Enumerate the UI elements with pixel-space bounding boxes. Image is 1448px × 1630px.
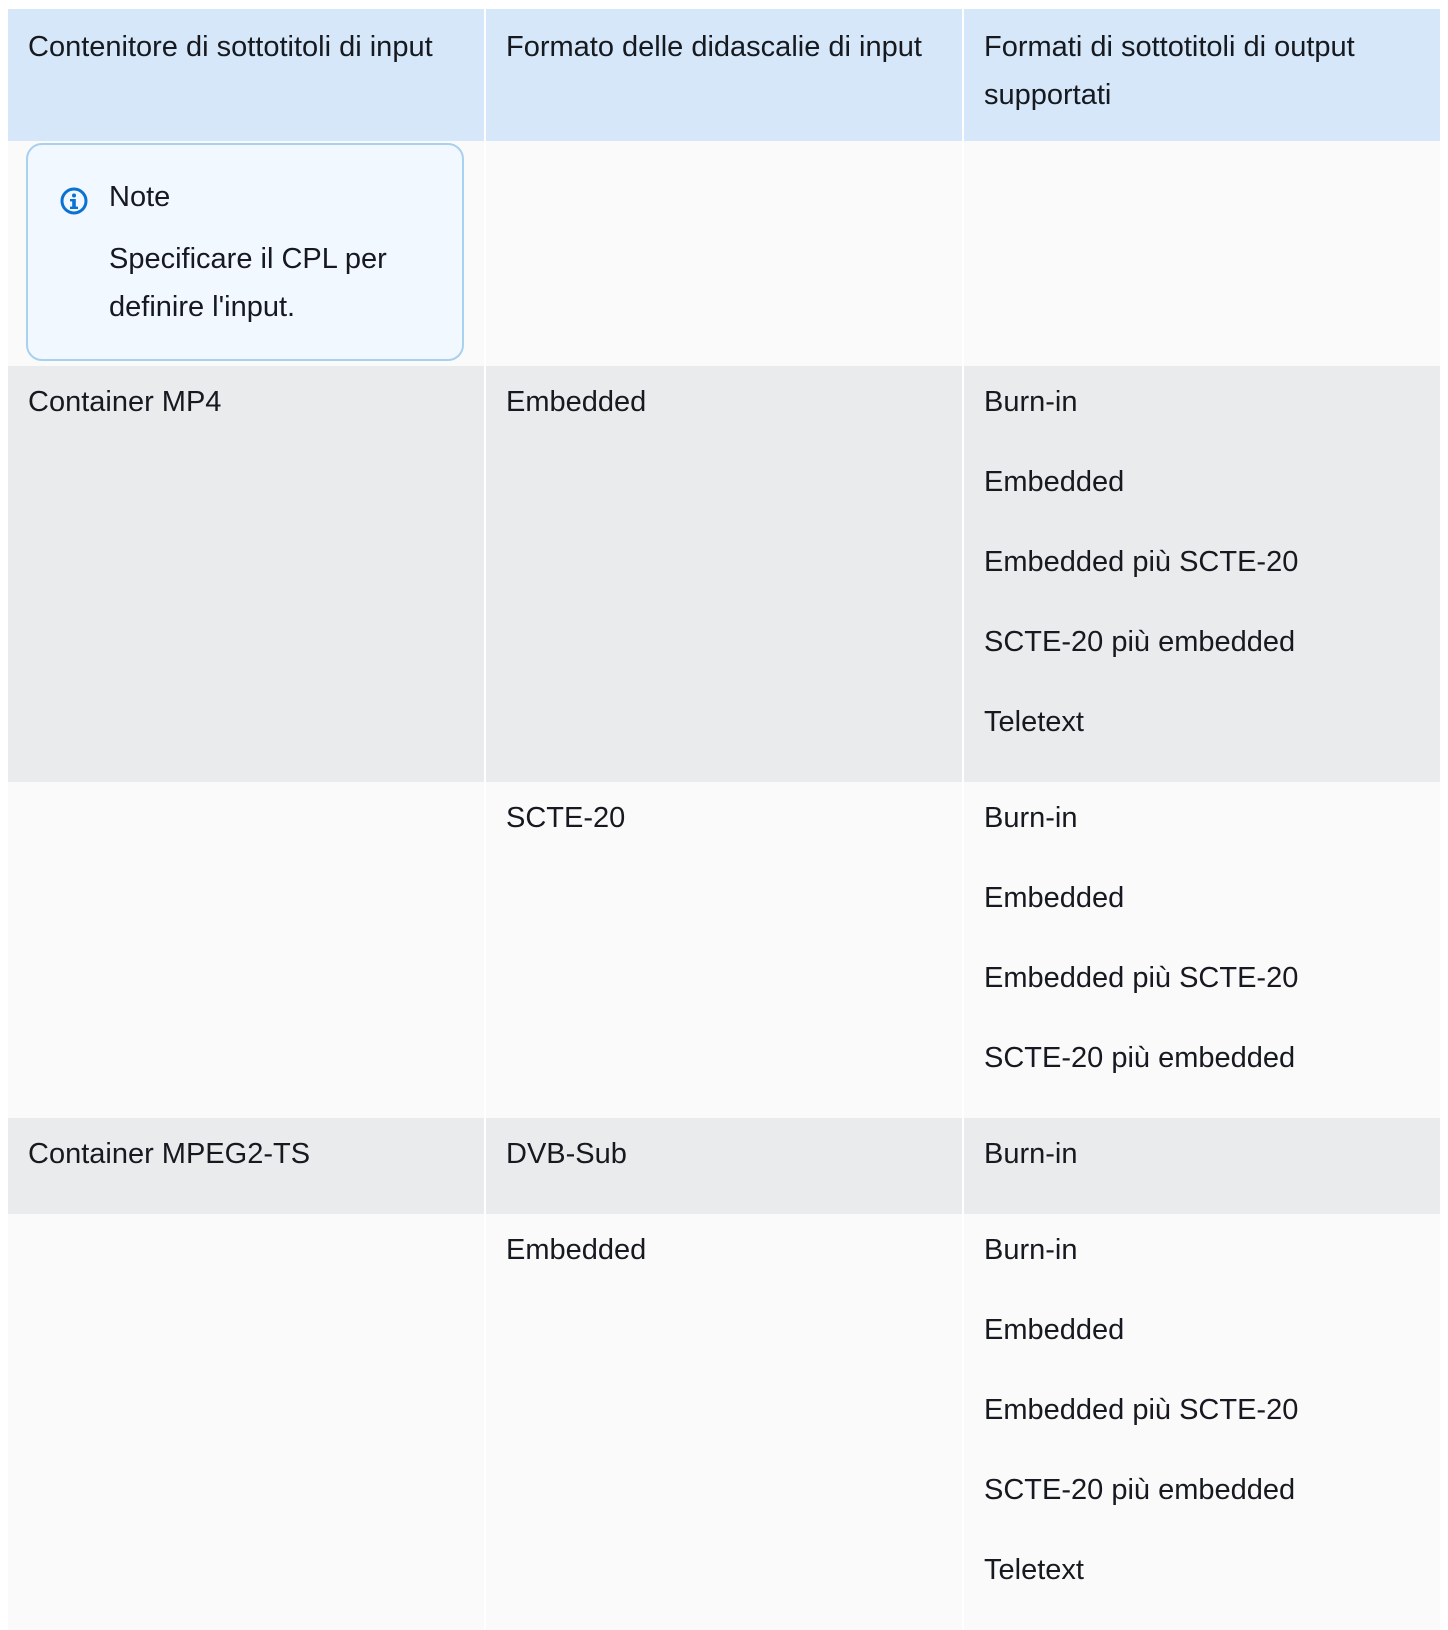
output-formats-list: Burn-in Embedded Embedded più SCTE-20 SC…	[984, 798, 1420, 1118]
format-cell: Embedded	[484, 366, 963, 782]
output-format-item: Teletext	[984, 1554, 1084, 1586]
output-format-item: Burn-in	[984, 802, 1078, 834]
output-format-item: Embedded più SCTE-20	[984, 546, 1299, 578]
outputs-cell: Burn-in Embedded Embedded più SCTE-20 SC…	[962, 1214, 1440, 1630]
table-row: SCTE-20 Burn-in Embedded Embedded più SC…	[8, 782, 1440, 1118]
output-format-item: Embedded	[984, 466, 1125, 498]
container-cell: Container MPEG2-TS	[8, 1118, 485, 1214]
container-cell	[8, 782, 485, 1118]
output-format-item: SCTE-20 più embedded	[984, 1474, 1296, 1506]
output-format-item: Embedded	[984, 882, 1125, 914]
header-output-formats: Formati di sottotitoli di output support…	[962, 9, 1440, 141]
output-format-item: Burn-in	[984, 1138, 1078, 1170]
table-header-row: Contenitore di sottotitoli di input Form…	[8, 9, 1440, 141]
note-body: Specificare il CPL per definire l'input.	[109, 243, 387, 323]
format-cell: Embedded	[484, 1214, 963, 1630]
note-callout: Note Specificare il CPL per definire l'i…	[26, 143, 464, 361]
table-row: Note Specificare il CPL per definire l'i…	[8, 141, 1440, 366]
outputs-cell: Burn-in Embedded Embedded più SCTE-20 SC…	[962, 782, 1440, 1118]
table-row: Embedded Burn-in Embedded Embedded più S…	[8, 1214, 1440, 1630]
output-format-item: Burn-in	[984, 1234, 1078, 1266]
output-format-item: SCTE-20 più embedded	[984, 626, 1296, 658]
format-cell: DVB-Sub	[484, 1118, 963, 1214]
note-cell: Note Specificare il CPL per definire l'i…	[8, 141, 485, 366]
output-format-item: Embedded più SCTE-20	[984, 962, 1299, 994]
output-formats-list: Burn-in Embedded Embedded più SCTE-20 SC…	[984, 382, 1420, 782]
output-format-item: SCTE-20 più embedded	[984, 1042, 1296, 1074]
caption-formats-table-container: Contenitore di sottotitoli di input Form…	[8, 9, 1440, 1630]
output-format-item: Embedded più SCTE-20	[984, 1394, 1299, 1426]
container-cell	[8, 1214, 485, 1630]
empty-cell	[962, 141, 1440, 366]
empty-cell	[484, 141, 963, 366]
header-input-container: Contenitore di sottotitoli di input	[8, 9, 485, 141]
format-cell: SCTE-20	[484, 782, 963, 1118]
output-format-item: Teletext	[984, 706, 1084, 738]
outputs-cell: Burn-in Embedded Embedded più SCTE-20 SC…	[962, 366, 1440, 782]
container-cell: Container MP4	[8, 366, 485, 782]
info-icon	[60, 187, 88, 215]
outputs-cell: Burn-in	[962, 1118, 1440, 1214]
output-formats-list: Burn-in Embedded Embedded più SCTE-20 SC…	[984, 1230, 1420, 1630]
output-format-item: Embedded	[984, 1314, 1125, 1346]
output-formats-list: Burn-in	[984, 1134, 1420, 1214]
table-row: Container MPEG2-TS DVB-Sub Burn-in	[8, 1118, 1440, 1214]
header-input-format: Formato delle didascalie di input	[484, 9, 963, 141]
caption-formats-table: Contenitore di sottotitoli di input Form…	[8, 9, 1440, 1630]
output-format-item: Burn-in	[984, 386, 1078, 418]
note-title: Note	[109, 181, 171, 213]
table-row: Container MP4 Embedded Burn-in Embedded …	[8, 366, 1440, 782]
